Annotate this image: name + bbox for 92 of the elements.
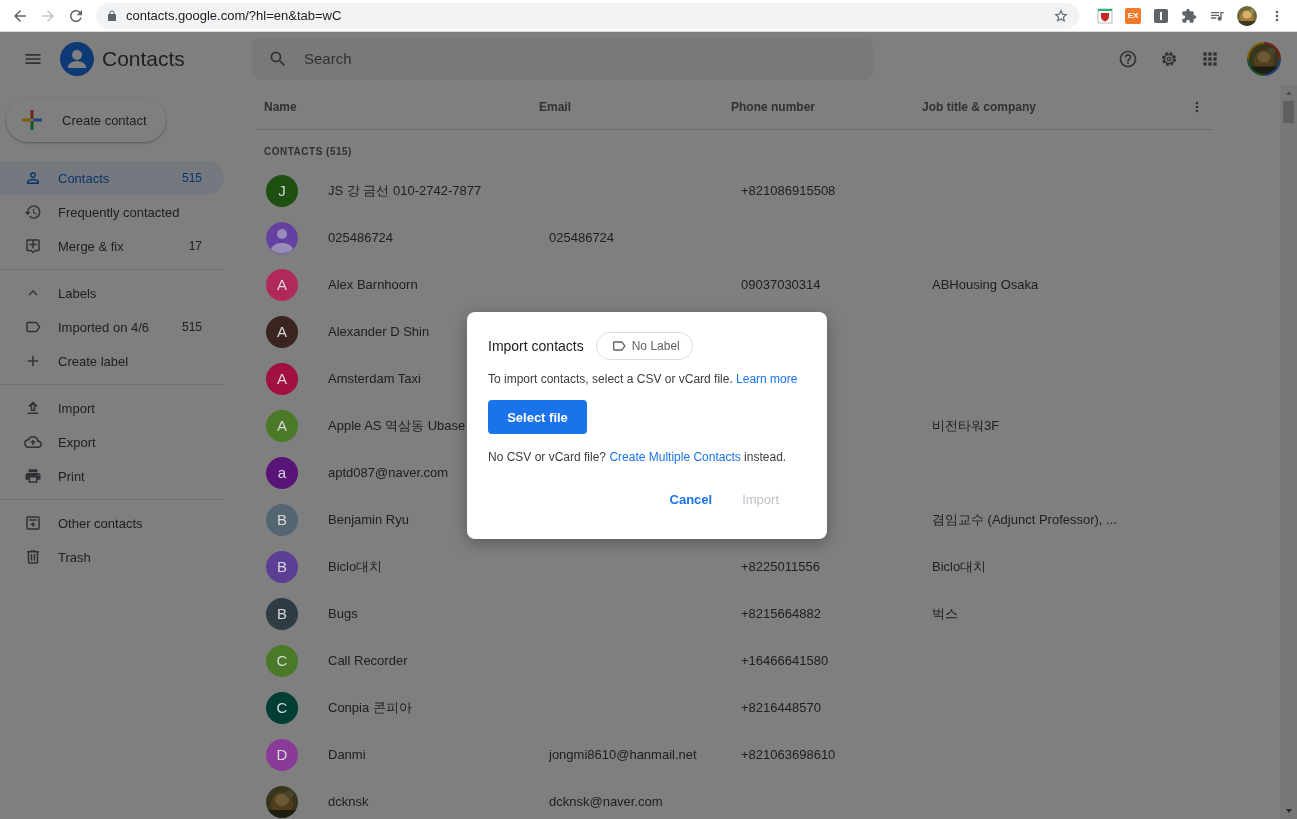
avatar: a [266,456,298,489]
contact-name: Apple AS 역삼동 Ubase [328,416,466,435]
contact-name: JS 강 금선 010-2742-7877 [328,181,482,200]
contact-name: Conpia 콘피아 [328,698,412,717]
contact-job: Biclo대치 [932,558,987,574]
sidebar-item[interactable]: Frequently contacted [0,195,224,229]
item-count: 17 [188,239,202,253]
avatar: B [266,597,298,630]
create-label-item[interactable]: Create label [0,344,224,378]
sidebar-item[interactable]: Other contacts [0,506,224,540]
extension-button[interactable]: EX [1125,7,1141,24]
print-icon [24,467,42,485]
contact-phone: +8225011556 [741,559,820,574]
contact-name: Amsterdam Taxi [328,371,421,386]
create-contact-button[interactable]: Create contact [6,98,166,142]
merge-icon [24,237,42,255]
address-bar[interactable]: contacts.google.com/?hl=en&tab=wC [96,2,1079,29]
scroll-thumb[interactable] [1283,101,1294,123]
avatar: D [266,738,298,771]
history-icon [24,203,42,221]
contact-phone: +16466641580 [741,653,829,668]
sidebar-item[interactable]: Merge & fix 17 [0,229,224,263]
sidebar-item[interactable]: Trash [0,540,224,574]
contact-name: Bugs [328,606,358,621]
dialog-text: To import contacts, select a CSV or vCard file. Learn more [488,372,798,386]
shield-extension-icon[interactable] [1097,7,1113,24]
contact-job: 벅스 [932,605,958,621]
contact-name: Benjamin Ryu [328,512,409,527]
lock-icon [106,9,118,22]
avatar: C [266,691,298,724]
contact-name: aptd087@naver.com [328,465,449,480]
contact-name: Alexander D Shin [328,324,430,339]
dialog-button[interactable]: Cancel [663,486,719,513]
puzzle-icon[interactable] [1181,7,1197,24]
avatar: C [266,644,298,677]
trash-icon [24,548,42,566]
avatar: A [266,409,298,442]
avatar: J [266,174,298,207]
contact-email: 025486724 [549,230,615,245]
search-input[interactable]: Search [302,49,873,68]
dialog-text: No CSV or vCard file? Create Multiple Contacts instead. [488,450,787,464]
avatar: A [266,315,298,348]
contact-name: dcknsk [328,794,369,809]
contact-email: dcknsk@naver.com [549,794,663,809]
column-header[interactable]: Name [264,100,297,114]
sidebar-item[interactable]: Import [0,391,224,425]
cloud-icon [24,433,42,451]
archive-icon [24,514,42,532]
avatar: B [266,503,298,536]
contact-name: Danmi [328,747,366,762]
contact-email: jongmi8610@hanmail.net [549,747,697,762]
extension-square-icon[interactable] [1153,7,1169,24]
contact-job: ABHousing Osaka [932,277,1039,292]
contact-name: Biclo대치 [328,557,383,576]
avatar: A [266,362,298,395]
item-count: 515 [181,171,202,185]
item-count: 515 [181,320,202,334]
sidebar-item[interactable]: Export [0,425,224,459]
sidebar-item[interactable]: Contacts 515 [0,161,224,195]
avatar: B [266,550,298,583]
column-header[interactable]: Phone number [731,100,815,114]
column-header[interactable]: Email [539,100,571,114]
sidebar-item[interactable]: Print [0,459,224,493]
labels-toggle[interactable]: Labels [0,276,224,310]
column-header[interactable]: Job title & company [922,100,1037,114]
contact-name: Call Recorder [328,653,408,668]
label-icon [610,338,627,354]
search-field[interactable]: Search [252,37,873,80]
sidebar-item[interactable]: Imported on 4/6 515 [0,310,224,344]
contact-name: Alex Barnhoorn [328,277,418,292]
person-icon [24,169,42,187]
contact-phone: +8215664882 [741,606,821,621]
contact-phone: +821063698610 [741,747,836,762]
learn-more-link[interactable]: Learn more [736,372,798,386]
label-chip[interactable]: No Label [595,332,693,360]
contact-phone: +8216448570 [741,700,821,715]
contacts-logo-icon [60,41,94,76]
app-title: Contacts [102,46,186,71]
create-multiple-link[interactable]: Create Multiple Contacts [609,450,741,464]
contact-job: 겸임교수 (Adjunct Professor), ... [932,511,1117,527]
contact-phone: +821086915508 [741,183,836,198]
select-file-button[interactable]: Select file [488,400,587,434]
contact-name: 025486724 [328,230,394,245]
dialog-title: Import contacts [488,338,584,354]
scrollbar[interactable] [1280,85,1297,819]
help-icon[interactable] [1118,48,1138,69]
star-icon[interactable] [1053,7,1069,24]
plus-icon [20,108,44,132]
section-heading: CONTACTS (515) [263,145,352,159]
contact-phone: 09037030314 [741,277,821,292]
avatar: A [266,268,298,301]
contact-job: 비전타워3F [932,417,1000,433]
